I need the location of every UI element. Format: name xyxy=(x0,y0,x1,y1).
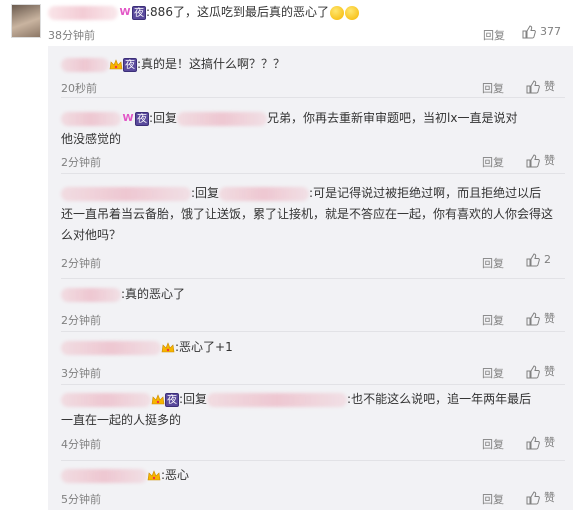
reply-text: :恶心 xyxy=(161,468,190,482)
reply-time: 3分钟前 xyxy=(61,367,101,380)
night-badge-icon: 夜 xyxy=(132,5,146,20)
reply-button[interactable]: 回复 xyxy=(482,312,504,328)
smile-emoji-icon xyxy=(344,5,359,20)
reply-prefix: :回复 xyxy=(191,186,220,200)
blurred-username[interactable] xyxy=(61,468,147,483)
like-label: 赞 xyxy=(544,154,555,167)
like-label: 赞 xyxy=(544,80,555,93)
reply-text: :真的是！这搞什么啊？？？ xyxy=(137,57,286,71)
reply-text: 一直在一起的人挺多的 xyxy=(61,413,182,427)
reply-text: :可是记得说过被拒绝过啊，而且拒绝过以后 xyxy=(309,186,542,200)
reply-button[interactable]: 回复 xyxy=(482,255,504,271)
blurred-username[interactable] xyxy=(61,287,121,302)
blurred-mention[interactable] xyxy=(177,111,268,126)
reply-text: :恶心了+1 xyxy=(175,340,233,354)
night-badge-icon: 夜 xyxy=(135,111,149,126)
reply-text: 么对他吗？ xyxy=(61,228,122,242)
list-item: 夜:真的是！这搞什么啊？？？ 20秒前 回复 赞 xyxy=(48,46,573,98)
like-button[interactable]: 赞 xyxy=(526,363,555,379)
reply-button[interactable]: 回复 xyxy=(482,436,504,452)
reply-text: :也不能这么说吧，追一年两年最后 xyxy=(347,392,532,406)
reply-text-line: W 夜:回复 兄弟，你再去重新审审题吧，当初lx一直是说对他没感觉的 xyxy=(61,108,567,150)
reply-button[interactable]: 回复 xyxy=(482,80,504,96)
blurred-username[interactable] xyxy=(61,186,191,201)
reply-button[interactable]: 回复 xyxy=(482,365,504,381)
list-item: :回复 :可是记得说过被拒绝过啊，而且拒绝过以后还一直吊着当云备胎，饿了让送饭，累… xyxy=(48,174,573,279)
like-label: 赞 xyxy=(544,436,555,449)
like-button[interactable]: 赞 xyxy=(526,434,555,450)
reply-text: 还一直吊着当云备胎，饿了让送饭，累了让接机，就是不答应在一起，你有喜欢的人你会得… xyxy=(61,207,554,221)
smile-emoji-icon xyxy=(329,5,344,20)
blurred-username[interactable] xyxy=(61,111,121,126)
reply-time: 20秒前 xyxy=(61,82,97,95)
reply-text: :真的恶心了 xyxy=(121,287,186,301)
top-comment: W 夜:886了，这瓜吃到最后真的恶心了 38分钟前 回复 377 xyxy=(0,0,576,46)
vip-w-badge-icon: W xyxy=(119,6,131,18)
reply-text-line: 夜:回复 :也不能这么说吧，追一年两年最后一直在一起的人挺多的 xyxy=(61,389,567,431)
vip-w-badge-icon: W xyxy=(122,112,134,124)
thumbs-up-icon xyxy=(526,436,540,450)
thumbs-up-icon xyxy=(526,491,540,505)
reply-time: 2分钟前 xyxy=(61,257,101,270)
top-comment-line: W 夜:886了，这瓜吃到最后真的恶心了 xyxy=(48,4,359,20)
avatar[interactable] xyxy=(11,4,41,38)
reply-text-line: 夜:真的是！这搞什么啊？？？ xyxy=(61,54,567,75)
thumbs-up-icon xyxy=(526,365,540,379)
like-label: 赞 xyxy=(544,312,555,325)
reply-prefix: :回复 xyxy=(179,392,208,406)
blurred-mention[interactable] xyxy=(219,186,310,201)
like-button[interactable]: 赞 xyxy=(526,310,555,326)
reply-text: 他没感觉的 xyxy=(61,132,122,146)
reply-time: 4分钟前 xyxy=(61,438,101,451)
blurred-username[interactable] xyxy=(61,57,109,72)
like-button[interactable]: 赞 xyxy=(526,78,555,94)
comment-text: :886了，这瓜吃到最后真的恶心了 xyxy=(146,5,329,19)
blurred-username[interactable] xyxy=(61,340,161,355)
thumbs-up-icon xyxy=(526,154,540,168)
reply-prefix: :回复 xyxy=(149,111,178,125)
list-item: W 夜:回复 兄弟，你再去重新审审题吧，当初lx一直是说对他没感觉的 2分钟前 回复… xyxy=(48,98,573,174)
crown-badge-icon xyxy=(109,58,123,72)
reply-text-line: :恶心了+1 xyxy=(61,337,567,358)
crown-badge-icon xyxy=(147,469,161,483)
like-button[interactable]: 赞 xyxy=(526,152,555,168)
list-item: :恶心了+1 3分钟前 回复 赞 xyxy=(48,332,573,385)
like-button[interactable]: 377 xyxy=(522,25,561,39)
like-label: 赞 xyxy=(544,365,555,378)
night-badge-icon: 夜 xyxy=(123,57,137,72)
like-count: 2 xyxy=(544,253,551,266)
reply-text-line: :回复 :可是记得说过被拒绝过啊，而且拒绝过以后还一直吊着当云备胎，饿了让送饭，累… xyxy=(61,183,567,246)
crown-badge-icon xyxy=(161,341,175,355)
reply-button[interactable]: 回复 xyxy=(482,491,504,507)
thumbs-up-icon xyxy=(522,25,536,39)
blurred-mention[interactable] xyxy=(207,392,348,407)
reply-time: 2分钟前 xyxy=(61,156,101,169)
like-count: 377 xyxy=(540,25,561,38)
reply-text: 兄弟，你再去重新审审题吧，当初lx一直是说对 xyxy=(267,111,518,125)
reply-text-line: :真的恶心了 xyxy=(61,284,567,305)
replies-panel: 夜:真的是！这搞什么啊？？？ 20秒前 回复 赞 W 夜:回复 兄弟，你再去重新审审… xyxy=(48,46,573,510)
like-button[interactable]: 赞 xyxy=(526,489,555,505)
night-badge-icon: 夜 xyxy=(165,392,179,407)
reply-button[interactable]: 回复 xyxy=(482,154,504,170)
like-button[interactable]: 2 xyxy=(526,253,551,267)
list-item: :真的恶心了 2分钟前 回复 赞 xyxy=(48,279,573,332)
reply-time: 5分钟前 xyxy=(61,493,101,506)
thumbs-up-icon xyxy=(526,80,540,94)
list-item: 夜:回复 :也不能这么说吧，追一年两年最后一直在一起的人挺多的 4分钟前 回复 赞 xyxy=(48,385,573,461)
blurred-username[interactable] xyxy=(48,5,118,20)
thumbs-up-icon xyxy=(526,253,540,267)
reply-time: 2分钟前 xyxy=(61,314,101,327)
comment-time: 38分钟前 xyxy=(48,29,95,42)
thumbs-up-icon xyxy=(526,312,540,326)
reply-button[interactable]: 回复 xyxy=(483,27,505,43)
reply-text-line: :恶心 xyxy=(61,465,567,486)
blurred-username[interactable] xyxy=(61,392,151,407)
like-label: 赞 xyxy=(544,491,555,504)
crown-badge-icon xyxy=(151,393,165,407)
list-item: :恶心 5分钟前 回复 赞 xyxy=(48,461,573,510)
